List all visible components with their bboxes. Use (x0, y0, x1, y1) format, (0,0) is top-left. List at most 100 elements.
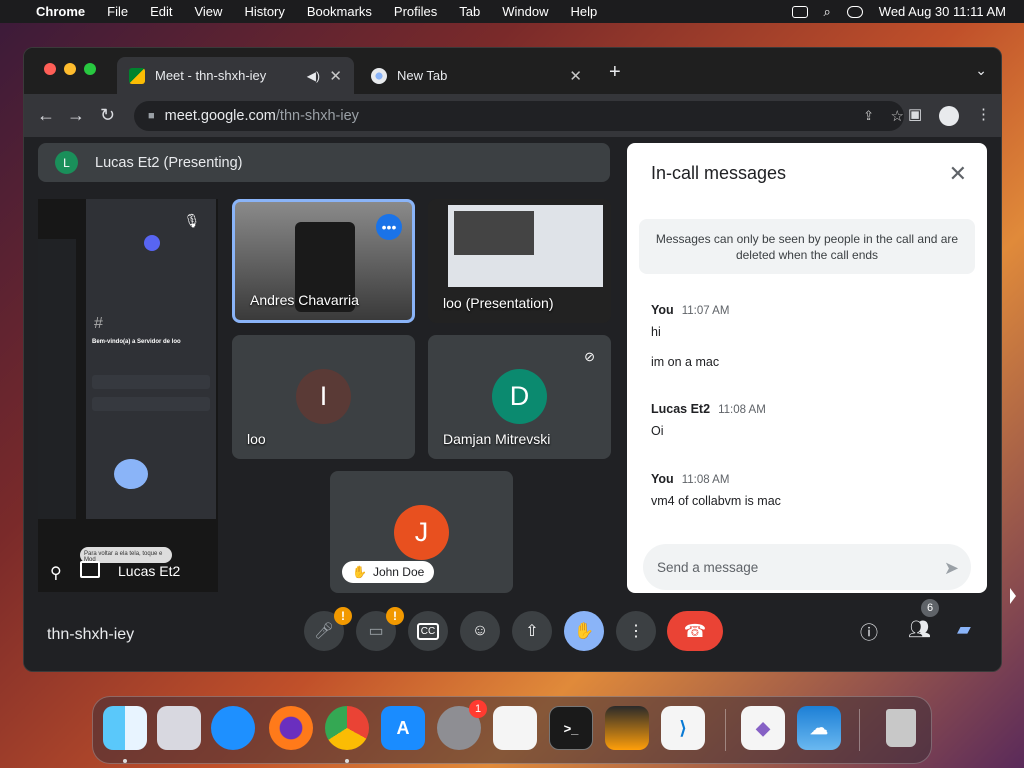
menu-view[interactable]: View (194, 4, 222, 19)
firefox-icon[interactable] (269, 706, 313, 750)
phone-option-row (92, 397, 210, 411)
close-tab-icon[interactable]: ✕ (569, 67, 582, 85)
presentation-thumbnail-inner (454, 211, 534, 255)
send-icon[interactable]: ➤ (944, 558, 959, 579)
weather-icon[interactable]: ☁ (797, 706, 841, 750)
warning-badge: ! (334, 607, 352, 625)
raise-hand-button[interactable]: ✋ (564, 611, 604, 651)
menu-profiles[interactable]: Profiles (394, 4, 437, 19)
speaker-icon[interactable]: ◀) (307, 69, 320, 83)
message-sender: You (651, 303, 674, 317)
participant-name: Damjan Mitrevski (443, 431, 551, 447)
new-tab-plus-icon[interactable]: + (609, 61, 621, 84)
menu-help[interactable]: Help (571, 4, 598, 19)
message-text: Oi (651, 424, 664, 438)
system-settings-icon[interactable]: 1 (437, 700, 487, 750)
textedit-icon[interactable] (493, 706, 537, 750)
menu-tab[interactable]: Tab (459, 4, 480, 19)
screen-mirroring-icon[interactable] (791, 5, 808, 18)
reload-icon[interactable]: ↻ (100, 105, 115, 126)
profile-avatar-icon[interactable] (939, 106, 959, 126)
tab-title: New Tab (397, 68, 448, 83)
garageband-icon[interactable] (605, 706, 649, 750)
close-tab-icon[interactable]: ✕ (329, 67, 342, 85)
control-center-icon[interactable] (846, 5, 863, 18)
phone-left-strip (38, 239, 76, 519)
chat-message: Lucas Et2 11:08 AM Oi (651, 402, 766, 438)
microphone-button[interactable]: 🎤︎ ! (304, 607, 352, 651)
pin-icon[interactable]: ⚲ (50, 563, 62, 583)
notification-badge: 1 (469, 700, 487, 718)
vscode-icon[interactable]: ⟩ (661, 706, 705, 750)
camera-button[interactable]: ▭ ! (356, 607, 404, 651)
menu-edit[interactable]: Edit (150, 4, 172, 19)
message-time: 11:07 AM (681, 305, 730, 317)
finder-icon[interactable] (103, 706, 147, 750)
visual-studio-icon[interactable]: ◆ (741, 706, 785, 750)
leave-call-button[interactable]: ☎ (667, 611, 723, 651)
menu-bookmarks[interactable]: Bookmarks (307, 4, 372, 19)
chrome-icon[interactable] (325, 706, 369, 750)
url-path: /thn-shxh-iey (275, 108, 359, 124)
emoji-icon: ☺ (471, 622, 489, 639)
menu-window[interactable]: Window (502, 4, 548, 19)
browser-toolbar: ← → ↻ ■ meet.google.com/thn-shxh-iey ⇪ ☆… (24, 94, 1001, 137)
presenting-banner: L Lucas Et2 (Presenting) (38, 143, 610, 182)
reactions-button[interactable]: ☺ (460, 611, 500, 651)
chat-icon[interactable]: ▰ (957, 619, 971, 640)
close-window-button[interactable] (44, 63, 56, 75)
app-store-icon[interactable]: A (381, 706, 425, 750)
menu-history[interactable]: History (244, 4, 284, 19)
menu-file[interactable]: File (107, 4, 128, 19)
forward-arrow-icon[interactable]: → (67, 105, 85, 126)
more-options-button[interactable]: ⋮ (616, 611, 656, 651)
people-icon[interactable]: 👥︎ (908, 619, 931, 640)
tab-new-tab[interactable]: New Tab ✕ (359, 57, 594, 94)
spotlight-search-icon[interactable]: ⌕ (824, 4, 831, 20)
window-controls (44, 63, 96, 75)
participant-tile-loo[interactable]: I loo (232, 335, 415, 459)
participant-tile-andres[interactable]: ••• Andres Chavarria (232, 199, 415, 323)
message-input[interactable]: Send a message ➤ (643, 544, 971, 590)
avatar: I (296, 369, 351, 424)
terminal-icon[interactable]: >_ (549, 706, 593, 750)
mic-muted-icon: ⊘ (584, 349, 595, 364)
chrome-menu-icon[interactable]: ⋮ (976, 105, 991, 123)
more-vert-icon: ⋮ (628, 623, 644, 640)
meeting-info-icon[interactable]: ⓘ (860, 619, 878, 645)
chat-notice: Messages can only be seen by people in t… (639, 219, 975, 274)
address-bar[interactable]: ■ meet.google.com/thn-shxh-iey ⇪ ☆ (134, 101, 904, 131)
tab-meet[interactable]: Meet - thn-shxh-iey ◀) ✕ (117, 57, 354, 94)
safari-icon[interactable] (211, 706, 255, 750)
side-panel-icon[interactable]: ▣ (908, 105, 922, 123)
minimize-window-button[interactable] (64, 63, 76, 75)
present-button[interactable]: ⇧ (512, 611, 552, 651)
presentation-main-tile[interactable]: # Bem-vindo(a) a Servidor de loo Para vo… (38, 199, 218, 592)
tab-strip: Meet - thn-shxh-iey ◀) ✕ New Tab ✕ + ⌄ (24, 48, 1001, 94)
participant-name: loo (Presentation) (443, 295, 554, 311)
app-menu-chrome[interactable]: Chrome (36, 4, 85, 19)
more-options-icon[interactable]: ••• (376, 214, 402, 240)
launchpad-icon[interactable] (157, 706, 201, 750)
mouse-cursor (1010, 588, 1016, 604)
participant-name: loo (247, 431, 266, 447)
menubar-clock[interactable]: Wed Aug 30 11:11 AM (879, 4, 1006, 19)
participant-name: Andres Chavarria (250, 292, 359, 308)
participant-tile-loo-presentation[interactable]: loo (Presentation) (428, 199, 611, 323)
participant-tile-damjan[interactable]: D ⊘ Damjan Mitrevski (428, 335, 611, 459)
bookmark-star-icon[interactable]: ☆ (891, 107, 904, 125)
tab-search-chevron-icon[interactable]: ⌄ (975, 62, 987, 79)
captions-button[interactable]: CC (408, 611, 448, 651)
hand-raised-icon: ✋ (574, 623, 594, 640)
message-time: 11:08 AM (718, 404, 766, 416)
close-icon[interactable]: ✕ (949, 161, 967, 187)
trash-can-shape (886, 709, 916, 747)
message-time: 11:08 AM (681, 474, 730, 486)
back-arrow-icon[interactable]: ← (37, 105, 55, 126)
share-icon[interactable]: ⇪ (863, 108, 874, 124)
participant-tile-john[interactable]: J ✋ John Doe (330, 471, 513, 593)
running-indicator (345, 759, 349, 763)
trash-icon[interactable] (879, 706, 923, 750)
zoom-window-button[interactable] (84, 63, 96, 75)
discord-avatar-icon (144, 235, 160, 251)
